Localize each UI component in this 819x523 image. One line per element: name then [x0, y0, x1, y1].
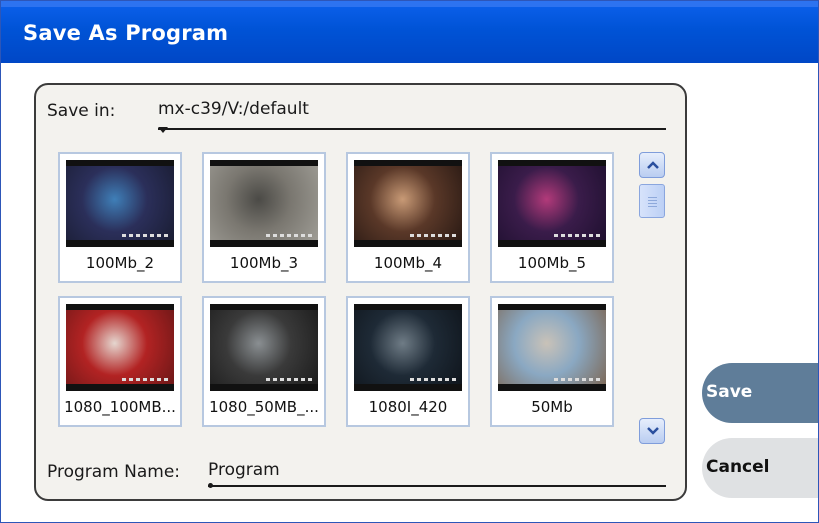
program-name-input[interactable]: Program: [208, 460, 666, 488]
clip-name: 1080_50MB_...: [209, 398, 319, 416]
timecode-overlay: [122, 234, 168, 237]
thumbnail-image: [66, 310, 174, 384]
clip-thumbnail: [354, 304, 462, 391]
clip-thumbnail: [354, 160, 462, 247]
dialog-body: Save in: mx-c39/V:/default 100Mb_2 100Mb_…: [1, 63, 818, 522]
timecode-overlay: [122, 378, 168, 381]
save-in-path-field[interactable]: mx-c39/V:/default: [158, 99, 666, 133]
clip-tile[interactable]: 1080I_420: [346, 296, 470, 427]
clip-tile[interactable]: 100Mb_3: [202, 152, 326, 283]
clip-tile[interactable]: 100Mb_4: [346, 152, 470, 283]
timecode-overlay: [554, 378, 600, 381]
save-button[interactable]: Save: [702, 363, 818, 423]
clip-tile[interactable]: 1080_100MB...: [58, 296, 182, 427]
timecode-overlay: [410, 234, 456, 237]
timecode-overlay: [266, 234, 312, 237]
clip-name: 1080_100MB...: [64, 398, 176, 416]
clip-tile[interactable]: 50Mb: [490, 296, 614, 427]
dropdown-arrow-icon[interactable]: [158, 127, 168, 133]
program-name-label: Program Name:: [47, 462, 181, 482]
clip-tile[interactable]: 100Mb_2: [58, 152, 182, 283]
clip-tile[interactable]: 100Mb_5: [490, 152, 614, 283]
clip-name: 100Mb_4: [373, 254, 443, 272]
timecode-overlay: [554, 234, 600, 237]
title-bar[interactable]: Save As Program: [1, 1, 818, 63]
clip-thumbnail: [66, 304, 174, 391]
chevron-down-icon: [647, 427, 659, 435]
scroll-down-button[interactable]: [639, 418, 665, 444]
thumbnail-image: [354, 166, 462, 240]
save-in-label: Save in:: [47, 101, 116, 121]
clip-thumbnail: [210, 304, 318, 391]
save-button-label: Save: [706, 382, 753, 402]
save-in-path-value: mx-c39/V:/default: [158, 99, 309, 119]
clip-thumbnail: [498, 304, 606, 391]
thumbnail-image: [498, 310, 606, 384]
program-name-value: Program: [208, 460, 280, 480]
save-as-program-dialog: Save As Program Save in: mx-c39/V:/defau…: [0, 0, 819, 523]
clip-name: 100Mb_5: [517, 254, 587, 272]
vertical-scrollbar[interactable]: [637, 152, 667, 444]
clip-name: 100Mb_3: [229, 254, 299, 272]
browser-panel: Save in: mx-c39/V:/default 100Mb_2 100Mb_…: [34, 83, 687, 501]
clip-thumbnail: [66, 160, 174, 247]
thumbnail-image: [210, 166, 318, 240]
thumbnail-image: [498, 166, 606, 240]
cancel-button-label: Cancel: [706, 457, 770, 477]
timecode-overlay: [266, 378, 312, 381]
timecode-overlay: [410, 378, 456, 381]
thumbnail-image: [210, 310, 318, 384]
cancel-button[interactable]: Cancel: [702, 438, 818, 498]
clip-thumbnail: [498, 160, 606, 247]
clip-name: 100Mb_2: [85, 254, 155, 272]
clip-thumbnail: [210, 160, 318, 247]
scroll-up-button[interactable]: [639, 152, 665, 178]
clip-tile[interactable]: 1080_50MB_...: [202, 296, 326, 427]
chevron-up-icon: [647, 161, 659, 169]
text-cursor: [208, 483, 213, 488]
clip-name: 50Mb: [531, 398, 573, 416]
clip-name: 1080I_420: [368, 398, 448, 416]
scroll-thumb[interactable]: [639, 184, 665, 218]
dialog-title: Save As Program: [23, 21, 229, 45]
thumbnail-image: [66, 166, 174, 240]
thumbnail-image: [354, 310, 462, 384]
